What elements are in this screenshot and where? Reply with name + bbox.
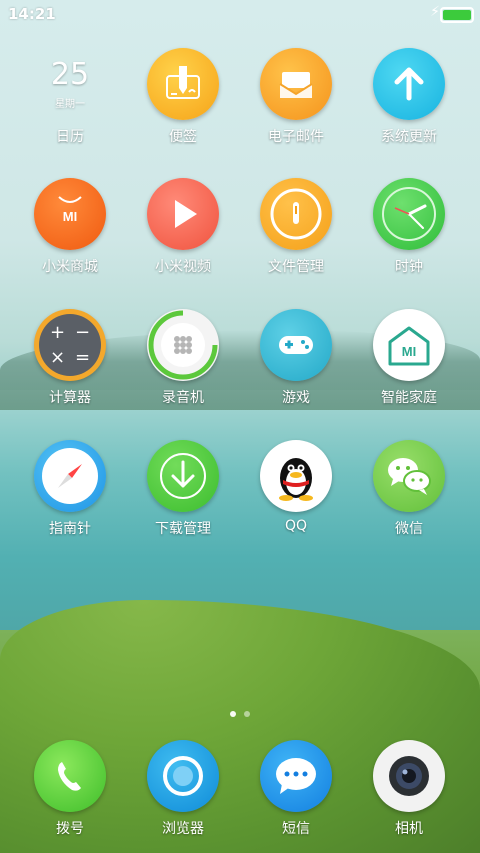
camera-icon <box>373 740 445 812</box>
mi-logo-text: MI <box>402 344 416 359</box>
page-indicator <box>0 702 480 721</box>
app-label: 指南针 <box>49 521 91 537</box>
home-icon: MI <box>373 309 445 381</box>
envelope-icon <box>260 48 332 120</box>
app-qq[interactable]: QQ <box>241 440 351 534</box>
app-wechat[interactable]: 微信 <box>354 440 464 538</box>
page-dot <box>244 711 250 717</box>
app-label: 短信 <box>282 821 310 837</box>
microphone-icon <box>147 309 219 381</box>
download-icon <box>147 440 219 512</box>
calculator-icon: + − × = <box>34 309 106 381</box>
app-mi-video[interactable]: 小米视频 <box>128 178 238 276</box>
app-label: 日历 <box>56 129 84 145</box>
phone-icon <box>34 740 106 812</box>
calendar-day: 25 <box>50 56 90 92</box>
app-recorder[interactable]: 录音机 <box>128 309 238 407</box>
chat-bubbles-icon <box>373 440 445 512</box>
app-smart-home[interactable]: MI 智能家庭 <box>354 309 464 407</box>
page-dot-active <box>230 711 236 717</box>
app-label: 小米商城 <box>42 259 98 275</box>
app-label: 便签 <box>169 129 197 145</box>
app-clock[interactable]: 时钟 <box>354 178 464 276</box>
app-label: 文件管理 <box>268 259 324 275</box>
app-download-manager[interactable]: 下载管理 <box>128 440 238 538</box>
clock-icon <box>373 178 445 250</box>
app-label: 游戏 <box>282 390 310 406</box>
compass-icon <box>34 440 106 512</box>
app-label: 智能家庭 <box>381 390 437 406</box>
app-label: 浏览器 <box>162 821 204 837</box>
clock-text: 14:21 <box>8 5 56 23</box>
app-label: 计算器 <box>49 390 91 406</box>
app-label: 微信 <box>395 521 423 537</box>
app-label: 系统更新 <box>381 129 437 145</box>
app-calculator[interactable]: + − × = 计算器 <box>15 309 125 407</box>
calculator-pad: + − × = <box>39 314 101 376</box>
app-label: 电子邮件 <box>268 129 324 145</box>
minus-icon: − <box>74 322 91 343</box>
app-file-manager[interactable]: 文件管理 <box>241 178 351 276</box>
calendar-icon: 25 星期一 <box>34 48 106 120</box>
status-bar: 14:21 ⚡ <box>0 0 480 28</box>
arrow-up-icon <box>373 48 445 120</box>
mi-logo-text: MI <box>63 209 77 224</box>
play-icon <box>147 178 219 250</box>
dock-phone[interactable]: 拨号 <box>15 740 125 838</box>
plus-icon: + <box>49 322 66 343</box>
folder-icon <box>260 178 332 250</box>
app-calendar[interactable]: 25 星期一 日历 <box>15 48 125 146</box>
gamepad-icon <box>260 309 332 381</box>
app-label: 相机 <box>395 821 423 837</box>
app-label: 小米视频 <box>155 259 211 275</box>
app-label: 下载管理 <box>155 521 211 537</box>
app-label: 拨号 <box>56 821 84 837</box>
equals-icon: = <box>74 347 91 368</box>
times-icon: × <box>49 347 66 368</box>
app-email[interactable]: 电子邮件 <box>241 48 351 146</box>
calendar-weekday: 星期一 <box>55 98 85 110</box>
app-notes[interactable]: 便签 <box>128 48 238 146</box>
message-bubble-icon <box>260 740 332 812</box>
app-system-update[interactable]: 系统更新 <box>354 48 464 146</box>
app-compass[interactable]: 指南针 <box>15 440 125 538</box>
penguin-icon <box>260 440 332 512</box>
notes-icon <box>147 48 219 120</box>
app-games[interactable]: 游戏 <box>241 309 351 407</box>
battery-icon <box>440 7 474 23</box>
app-label: 时钟 <box>395 259 423 275</box>
dock-browser[interactable]: 浏览器 <box>128 740 238 838</box>
dock-camera[interactable]: 相机 <box>354 740 464 838</box>
app-label: 录音机 <box>162 390 204 406</box>
browser-icon <box>147 740 219 812</box>
app-label: QQ <box>284 518 308 534</box>
dock-messages[interactable]: 短信 <box>241 740 351 838</box>
app-mi-store[interactable]: MI 小米商城 <box>15 178 125 276</box>
lightning-icon: ⚡ <box>430 4 440 20</box>
shopping-bag-icon: MI <box>34 178 106 250</box>
